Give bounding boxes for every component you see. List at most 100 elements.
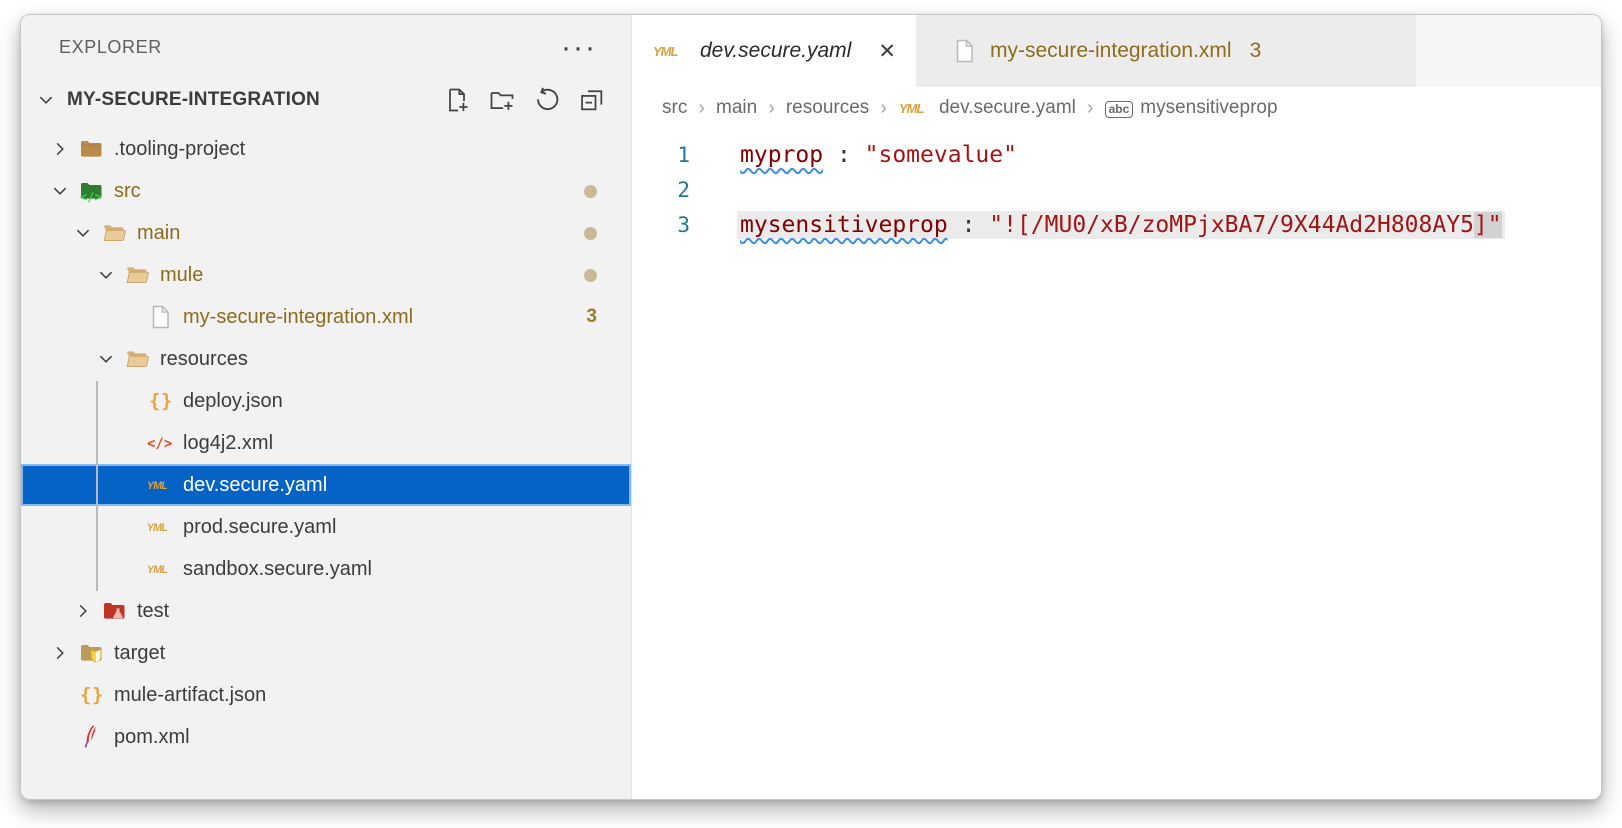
tree-item-resources[interactable]: resources [21, 338, 631, 380]
editor-window: EXPLORER ··· MY-SECURE-INTEGRATION .tool… [20, 14, 1602, 800]
modified-count-badge: 3 [586, 306, 597, 327]
svg-text:{: { [80, 686, 91, 707]
tab-modified-count-badge: 3 [1249, 39, 1262, 62]
tree-item-log4j2-xml[interactable]: </> log4j2.xml [21, 422, 631, 464]
explorer-action-buttons [442, 85, 607, 115]
breadcrumb-item-label: resources [785, 97, 870, 118]
code-token-key: myprop [740, 141, 824, 168]
tab-dev-secure-yaml[interactable]: YML dev.secure.yaml ✕ [632, 15, 916, 87]
line-content [737, 189, 743, 191]
yaml-icon: YML [146, 556, 174, 582]
line-number: 1 [677, 142, 690, 167]
folder-open-icon [100, 220, 128, 246]
explorer-title: EXPLORER [59, 37, 162, 57]
tree-item-label: main [137, 221, 181, 244]
modified-dot-badge [584, 268, 597, 282]
tree-item-label: pom.xml [114, 725, 190, 748]
chevron-down-icon [51, 182, 77, 200]
tab-label: my-secure-integration.xml [990, 39, 1232, 62]
tree-item-sandbox-secure-yaml[interactable]: YML sandbox.secure.yaml [21, 548, 631, 590]
folder-tan-icon [77, 136, 105, 162]
breadcrumb-item-label: main [716, 97, 758, 118]
breadcrumb: src › main › resources › YML dev.secure.yaml › ab… [632, 87, 1601, 129]
tree-item-src[interactable]: </> src [21, 170, 631, 212]
chevron-down-icon [97, 350, 123, 368]
refresh-icon [533, 86, 561, 114]
xml-code-icon: </> [146, 430, 174, 456]
tree-item-label: sandbox.secure.yaml [183, 557, 372, 580]
svg-text:}: } [161, 392, 172, 413]
tree-item-test[interactable]: test [21, 590, 631, 632]
tree-item-mule-artifact-json[interactable]: {} mule-artifact.json [21, 674, 631, 716]
new-folder-button[interactable] [487, 85, 517, 115]
svg-text:}: } [92, 686, 103, 707]
code-token-string: ]" [1473, 211, 1502, 238]
folder-target-icon [77, 640, 105, 666]
tab-bar: YML dev.secure.yaml ✕ my-secure-integration… [632, 15, 1601, 87]
code-line-1[interactable]: 1 myprop : "somevalue" [632, 137, 1601, 172]
tree-item-label: prod.secure.yaml [183, 515, 337, 538]
code-line-2[interactable]: 2 [632, 172, 1601, 207]
chevron-right-icon [51, 644, 77, 662]
modified-dot-badge [584, 184, 597, 198]
collapse-folders-button[interactable] [577, 85, 607, 115]
more-actions-icon[interactable]: ··· [561, 32, 597, 62]
close-tab-icon[interactable]: ✕ [878, 39, 896, 64]
tree-item-my-secure-integration-xml[interactable]: my-secure-integration.xml 3 [21, 296, 631, 338]
tree-item-label: dev.secure.yaml [183, 473, 328, 496]
new-file-icon [443, 86, 471, 114]
tree-item-target[interactable]: target [21, 632, 631, 674]
svg-text:</>: </> [80, 190, 102, 203]
tree-item-label: resources [160, 347, 248, 370]
json-icon: {} [146, 388, 174, 414]
code-editor[interactable]: 1 myprop : "somevalue" 2 3 mysensitiveprop :… [632, 129, 1601, 799]
explorer-header: EXPLORER ··· [21, 15, 631, 62]
svg-text:{: { [149, 392, 160, 413]
tree-item-label: my-secure-integration.xml [183, 305, 414, 328]
folder-open-icon [123, 346, 151, 372]
code-line-3[interactable]: 3 mysensitiveprop : "![/MU0/xB/zoMPjxBA7/… [632, 207, 1601, 242]
project-section-header[interactable]: MY-SECURE-INTEGRATION [21, 78, 631, 122]
abc-icon: abc [1104, 97, 1134, 119]
tree-item-deploy-json[interactable]: {} deploy.json [21, 380, 631, 422]
new-file-button[interactable] [442, 85, 472, 115]
line-number: 3 [677, 212, 690, 237]
tree-item-prod-secure-yaml[interactable]: YML prod.secure.yaml [21, 506, 631, 548]
breadcrumb-separator: › [880, 96, 887, 119]
tree-item-main[interactable]: main [21, 212, 631, 254]
tree-indent-guide [96, 381, 98, 591]
tree-item-label: .tooling-project [114, 137, 246, 160]
tree-item-pom-xml[interactable]: pom.xml [21, 716, 631, 758]
project-root-name: MY-SECURE-INTEGRATION [67, 89, 320, 110]
file-plain-icon [146, 304, 174, 330]
line-number: 2 [677, 177, 690, 202]
breadcrumb-separator: › [1086, 96, 1094, 119]
code-token-string: "somevalue" [864, 141, 1017, 168]
chevron-down-icon [37, 91, 67, 109]
breadcrumb-item-label: dev.secure.yaml [938, 97, 1076, 118]
breadcrumb-item-resources[interactable]: resources [786, 97, 869, 119]
json-icon: {} [77, 682, 105, 708]
breadcrumb-item-src[interactable]: src [662, 97, 687, 119]
tree-item-label: deploy.json [183, 389, 283, 412]
folder-open-icon [123, 262, 151, 288]
yaml-icon: YML [146, 514, 174, 540]
breadcrumb-item-label: mysensitiveprop [1140, 97, 1278, 118]
chevron-right-icon [74, 602, 100, 620]
tree-item-dev-secure-yaml[interactable]: YML dev.secure.yaml [21, 464, 631, 506]
tree-item-mule[interactable]: mule [21, 254, 631, 296]
tree-item-tooling-project[interactable]: .tooling-project [21, 128, 631, 170]
tab-label: dev.secure.yaml [700, 39, 852, 62]
code-token-punct: : [947, 211, 990, 238]
new-folder-icon [488, 86, 516, 114]
breadcrumb-item-main[interactable]: main [716, 97, 757, 119]
folder-test-icon [100, 598, 128, 624]
breadcrumb-item-mysensitiveprop[interactable]: abc mysensitiveprop [1104, 97, 1278, 119]
file-tree: .tooling-project </> src main mule my-secure-… [21, 128, 631, 758]
tab-my-secure-integration-xml[interactable]: my-secure-integration.xml 3 [916, 15, 1416, 87]
line-content: mysensitiveprop : "![/MU0/xB/zoMPjxBA7/9… [737, 210, 1505, 239]
breadcrumb-item-dev-secure-yaml[interactable]: YML dev.secure.yaml [898, 97, 1076, 119]
tree-item-label: mule [160, 263, 204, 286]
refresh-explorer-button[interactable] [532, 85, 562, 115]
chevron-down-icon [97, 266, 123, 284]
